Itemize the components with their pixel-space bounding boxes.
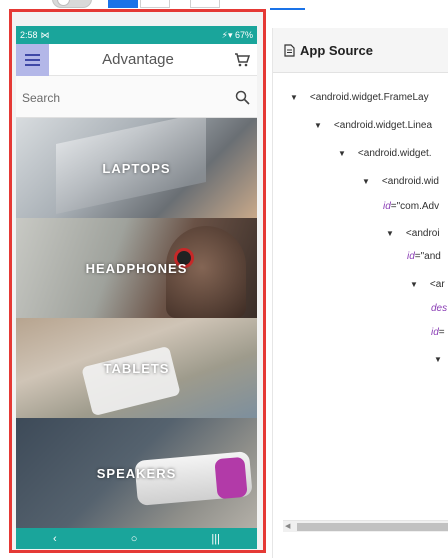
tree-attribute: des [431, 303, 447, 314]
category-laptops[interactable]: LAPTOPS [16, 118, 257, 218]
caret-down-icon[interactable]: ▼ [362, 177, 370, 186]
attr-value: ="and [414, 251, 441, 262]
tree-node[interactable]: ▼ <android.widget.Linea [314, 120, 432, 131]
category-label: HEADPHONES [85, 260, 188, 276]
caret-down-icon[interactable]: ▼ [386, 229, 394, 238]
caret-down-icon[interactable]: ▼ [314, 121, 322, 130]
search-bar [16, 78, 257, 118]
attr-name: id [431, 327, 439, 338]
source-title: App Source [300, 42, 373, 58]
category-speakers[interactable]: SPEAKERS [16, 418, 257, 528]
tree-node[interactable]: ▼ <android.widget. [338, 148, 432, 159]
tree-attribute: id ="and [407, 251, 441, 262]
tree-node[interactable]: ▼ <androi [386, 228, 440, 239]
back-button[interactable]: ‹ [53, 533, 57, 545]
speaker-accent [214, 456, 248, 500]
toolbar-button[interactable] [190, 0, 220, 8]
category-headphones[interactable]: HEADPHONES [16, 218, 257, 318]
caret-down-icon[interactable]: ▼ [434, 355, 442, 364]
status-time: 2:58 [20, 30, 38, 40]
attr-value: ="com.Adv [390, 201, 440, 212]
caret-down-icon[interactable]: ▼ [338, 149, 346, 158]
mode-toggle[interactable] [52, 0, 92, 8]
attr-name: des [431, 303, 448, 314]
cart-icon[interactable] [227, 44, 257, 76]
category-label: TABLETS [103, 360, 170, 376]
app-bar: Advantage [16, 43, 257, 76]
toolbar-button-active[interactable] [108, 0, 138, 8]
hamburger-icon [25, 53, 40, 56]
battery-level: 67% [234, 29, 253, 40]
scrollbar-thumb[interactable] [297, 523, 448, 531]
caret-down-icon[interactable]: ▼ [410, 280, 418, 289]
tree-attribute: id = [431, 327, 445, 338]
menu-button[interactable] [16, 43, 49, 76]
source-header: App Source [273, 28, 448, 73]
toggle-knob [57, 0, 70, 6]
status-bar: 2:58 ⋈ ⚡▾ 67% [16, 26, 257, 44]
attr-name: id [383, 201, 391, 212]
category-tablets[interactable]: TABLETS [16, 318, 257, 418]
search-input[interactable] [22, 90, 233, 105]
toolbar-button[interactable] [140, 0, 170, 8]
attr-name: id [407, 251, 415, 262]
notification-icon: ⋈ [40, 29, 50, 40]
app-title: Advantage [102, 51, 174, 68]
status-indicators: ⚡▾ 67% [222, 30, 253, 41]
caret-down-icon[interactable]: ▼ [290, 93, 298, 102]
app-source-panel: App Source ▼ <android.widget.FrameLay ▼ <a… [272, 28, 448, 558]
device-screenshot-panel: 2:58 ⋈ ⚡▾ 67% Advantage Search LAPTOPS H… [9, 9, 266, 553]
source-tree: ▼ <android.widget.FrameLay ▼ <android.widg… [273, 73, 448, 513]
attr-value: = [438, 327, 445, 338]
signal-icon: ⚡▾ [221, 29, 235, 40]
android-nav-bar: ‹ ○ ||| [16, 528, 257, 549]
tree-node[interactable]: ▼ <android.wid [362, 176, 439, 187]
file-icon [284, 43, 295, 57]
tablet-image [81, 345, 181, 417]
scroll-left-icon[interactable]: ◀ [285, 522, 290, 530]
category-label: LAPTOPS [102, 160, 171, 176]
home-button[interactable]: ○ [131, 533, 138, 545]
horizontal-scrollbar[interactable]: ◀ [283, 520, 448, 532]
search-icon[interactable] [233, 89, 251, 107]
tree-node[interactable]: ▼ <ar [410, 279, 445, 290]
tree-attribute: id ="com.Adv [383, 201, 439, 212]
category-label: SPEAKERS [96, 465, 177, 481]
recents-button[interactable]: ||| [211, 533, 220, 545]
phone-screen[interactable]: 2:58 ⋈ ⚡▾ 67% Advantage Search LAPTOPS H… [16, 26, 257, 549]
active-tab-indicator [270, 8, 305, 10]
tree-node[interactable]: ▼ <android.widget.FrameLay [290, 92, 429, 103]
tree-node[interactable]: ▼ [434, 355, 448, 364]
top-toolbar [0, 0, 448, 10]
